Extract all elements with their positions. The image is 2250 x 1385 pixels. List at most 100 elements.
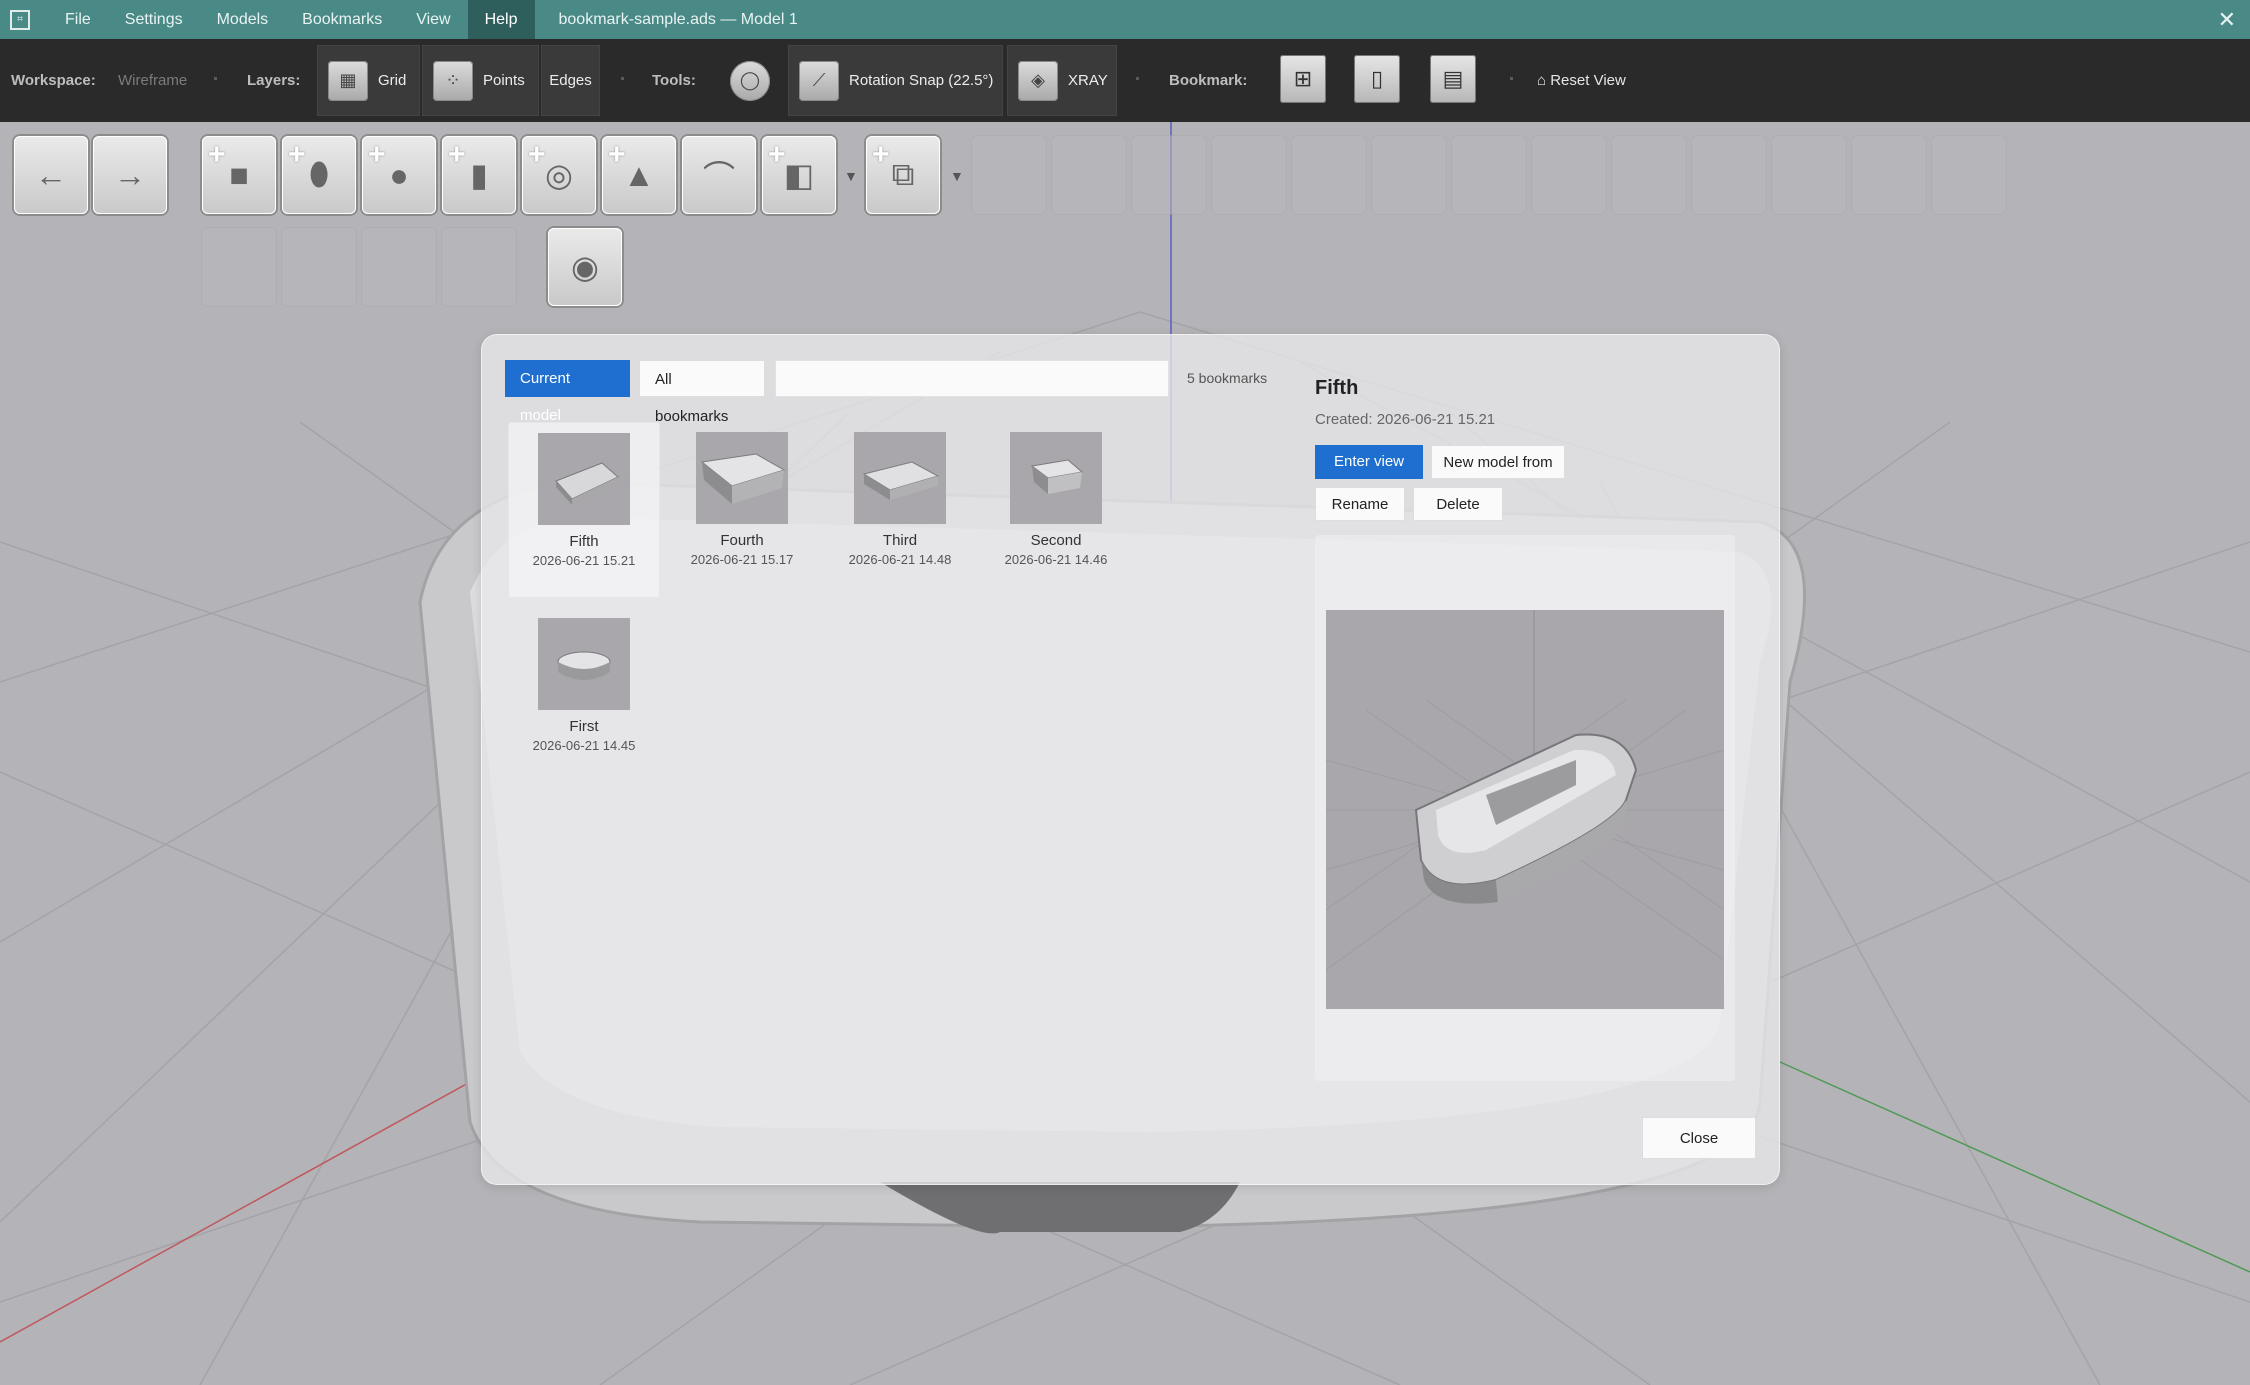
torus-icon: ◎ [545,157,573,193]
separator-dot [621,77,624,80]
cylinder-icon: ▮ [470,157,488,193]
egg-icon: ⬮ [308,156,330,192]
rotation-snap-toggle[interactable]: ⟋ Rotation Snap (22.5°) [788,45,1003,116]
bookmark-thumbnail [696,432,788,524]
add-cone-button[interactable]: + ▲ [602,136,676,214]
xray-label: XRAY [1068,72,1108,89]
selected-bookmark-title: Fifth [1315,377,1359,399]
mirror-icon [1612,136,1686,214]
bookmark-name: Third [882,532,918,549]
ungroup-icon [1292,136,1366,214]
bookmark-date: 2026-06-21 14.45 [532,738,636,753]
rename-button[interactable]: Rename [1315,487,1405,521]
bookmark-thumbnail [854,432,946,524]
boolean-subtract-icon [1052,136,1126,214]
align-bottom-icon [202,228,276,306]
boolean-intersect-icon [1132,136,1206,214]
workspace-value[interactable]: Wireframe [118,39,187,122]
bookmark-card-second[interactable]: Second 2026-06-21 14.46 [980,422,1132,598]
bookmark-card-first[interactable]: First 2026-06-21 14.45 [508,608,660,784]
curve-icon: ⌒ [702,159,735,195]
add-egg-button[interactable]: + ⬮ [282,136,356,214]
union-icon: ⧉ [891,156,915,192]
bookmark-preview-image [1326,610,1724,1009]
delete-icon [1772,136,1846,214]
enter-view-button[interactable]: Enter view [1315,445,1423,479]
array-icon [1372,136,1446,214]
bookmark-card-fourth[interactable]: Fourth 2026-06-21 15.17 [666,422,818,598]
add-plane-button[interactable]: + ◧ [762,136,836,214]
app-icon: ⌗ [10,9,30,30]
explode-icon [1852,136,1926,214]
split-icon [1532,136,1606,214]
redo-button[interactable]: → [93,136,167,214]
add-box-button[interactable]: + ■ [202,136,276,214]
edges-toggle[interactable]: Edges [541,45,600,116]
add-torus-button[interactable]: + ◎ [522,136,596,214]
bookmarks-icon[interactable]: ▯ [1354,55,1400,103]
align-center-icon [282,228,356,306]
add-curve-button[interactable]: ⌒ [682,136,756,214]
tab-all-bookmarks[interactable]: All bookmarks [639,360,765,425]
add-cylinder-button[interactable]: + ▮ [442,136,516,214]
bookmarks-dialog: Current model All bookmarks 5 bookmarks … [481,334,1780,1185]
scale-icon [1692,136,1766,214]
points-icon: ⁘ [433,60,473,101]
align-icon [1932,136,2006,214]
grid-label: Grid [378,72,407,89]
edges-label: Edges [549,72,592,89]
orbit-button[interactable]: ◉ [548,228,622,306]
menu-file[interactable]: File [48,0,108,39]
menu-view[interactable]: View [399,0,467,39]
rotation-snap-label: Rotation Snap (22.5°) [849,72,994,89]
orbit-icon: ◉ [571,249,599,285]
chevron-down-icon[interactable]: ▼ [844,168,858,184]
main-toolbar: Workspace: Wireframe Layers: ▦ Grid ⁘ Po… [0,39,2250,122]
xray-toggle[interactable]: ◈ XRAY [1007,45,1117,116]
cone-icon: ▲ [623,156,655,193]
chevron-down-icon[interactable]: ▼ [950,168,964,184]
bookmark-date: 2026-06-21 14.46 [1004,552,1108,567]
measure-tool[interactable]: ◯ [722,45,778,116]
tab-current-model[interactable]: Current model [505,360,630,424]
menu-bookmarks[interactable]: Bookmarks [285,0,399,39]
menu-help[interactable]: Help [467,0,535,39]
reset-view-button[interactable]: ⌂ Reset View [1537,39,1626,122]
bookmark-name: Fifth [569,533,599,550]
bookmark-thumbnail [1010,432,1102,524]
selected-bookmark-created: Created: 2026-06-21 15.21 [1315,411,1496,428]
add-bookmark-icon[interactable]: ⊞ [1280,55,1326,103]
compass-icon: ◯ [730,60,770,101]
align-right-icon [442,228,516,306]
delete-button[interactable]: Delete [1413,487,1503,521]
menu-models[interactable]: Models [200,0,286,39]
bookmark-search-input[interactable] [775,360,1169,397]
hollow-icon [1452,136,1526,214]
grid-toggle[interactable]: ▦ Grid [317,45,420,116]
workspace-label: Workspace: [11,72,96,89]
undo-button[interactable]: ← [14,136,88,214]
bookmark-date: 2026-06-21 15.21 [532,553,636,568]
bookmark-name: First [569,718,599,735]
sphere-icon: ● [389,156,409,193]
points-toggle[interactable]: ⁘ Points [422,45,539,116]
new-model-from-button[interactable]: New model from [1431,445,1565,479]
group-icon [1212,136,1286,214]
bookmark-card-fifth[interactable]: Fifth 2026-06-21 15.21 [508,422,660,598]
bookmark-card-third[interactable]: Third 2026-06-21 14.48 [824,422,976,598]
add-union-button[interactable]: + ⧉ [866,136,940,214]
bookmark-thumbnail [538,618,630,710]
window-title: bookmark-sample.ads — Model 1 [558,10,798,28]
bookmark-date: 2026-06-21 14.48 [848,552,952,567]
menu-settings[interactable]: Settings [108,0,200,39]
bookmark-label: Bookmark: [1169,72,1248,89]
bookmark-count: 5 bookmarks [1187,370,1268,386]
bookmark-manager-icon[interactable]: ▤ [1430,55,1476,103]
window-close-icon[interactable]: ✕ [2218,0,2236,39]
boolean-union-icon [972,136,1046,214]
separator-dot [1136,77,1139,80]
bookmark-thumbnail [538,433,630,525]
points-label: Points [483,72,525,89]
add-sphere-button[interactable]: + ● [362,136,436,214]
close-button[interactable]: Close [1642,1117,1756,1159]
